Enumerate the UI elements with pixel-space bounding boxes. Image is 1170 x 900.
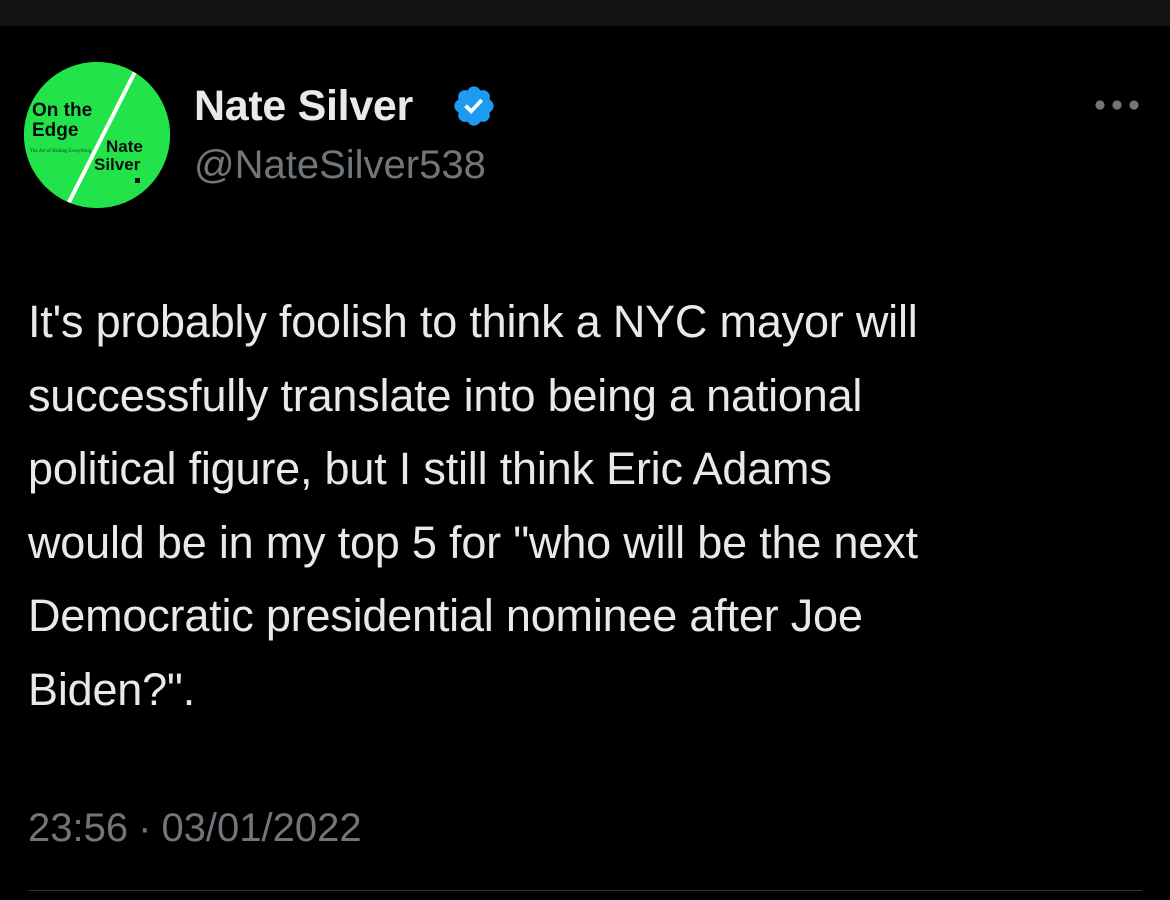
more-options-button[interactable] (1090, 90, 1144, 120)
tweet-text: It's probably foolish to think a NYC may… (28, 296, 918, 715)
more-horizontal-icon (1095, 100, 1139, 110)
tweet-date: 03/01/2022 (161, 805, 362, 850)
book-cover-image: On the Edge The Art of Risking Everythin… (24, 62, 170, 208)
avatar-author-line2: Silver (94, 155, 141, 174)
author-name[interactable]: Nate Silver (194, 78, 413, 134)
avatar-author-line1: Nate (106, 137, 143, 156)
divider (28, 890, 1142, 891)
author-handle[interactable]: @NateSilver538 (194, 140, 486, 190)
avatar-title-line2: Edge (32, 120, 78, 141)
author-avatar[interactable]: On the Edge The Art of Risking Everythin… (24, 62, 170, 208)
tweet-timestamp[interactable]: 23:56 · 03/01/2022 (28, 800, 362, 856)
verified-badge-icon (454, 86, 494, 126)
top-status-strip (0, 0, 1170, 26)
avatar-title-line1: On the (32, 100, 92, 121)
avatar-subtitle: The Art of Risking Everything (30, 149, 92, 154)
meta-separator: · (138, 805, 152, 850)
tweet-time: 23:56 (28, 805, 129, 850)
